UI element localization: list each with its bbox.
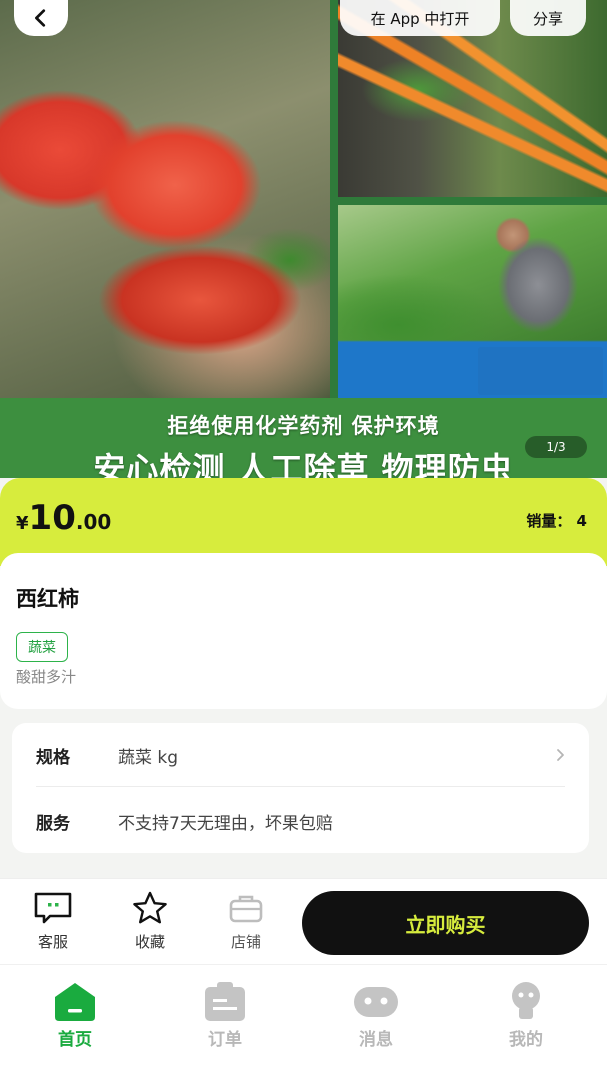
shop-button[interactable]: 店铺 (216, 891, 276, 952)
tab-messages-label: 消息 (359, 1030, 393, 1050)
open-in-app-button[interactable]: 在 App 中打开 (340, 0, 500, 36)
product-image-carousel[interactable]: 在 App 中打开 分享 拒绝使用化学药剂 保护环境 安心检测 人工除草 物理防… (0, 0, 607, 478)
clipboard-icon (205, 982, 245, 1021)
chat-bubble-icon (34, 892, 72, 924)
tab-home[interactable]: 首页 (25, 979, 125, 1050)
product-info-card: 西红柿 蔬菜 酸甜多汁 (0, 553, 607, 709)
share-button[interactable]: 分享 (510, 0, 586, 36)
spec-card: 规格 蔬菜 kg 服务 不支持7天无理由，坏果包赔 (12, 723, 589, 853)
divider (36, 786, 565, 787)
slogan-line-1: 拒绝使用化学药剂 保护环境 (167, 414, 440, 438)
customer-service-label: 客服 (37, 933, 68, 951)
message-icon (354, 987, 398, 1017)
tab-orders-label: 订单 (208, 1030, 242, 1050)
tab-home-label: 首页 (58, 1030, 92, 1050)
price-decimal: .00 (75, 510, 112, 534)
shop-label: 店铺 (230, 933, 261, 951)
action-bar: 客服 收藏 店铺 立即购买 (0, 878, 607, 964)
spec-label: 规格 (36, 747, 70, 768)
category-tag: 蔬菜 (16, 632, 68, 662)
price-integer: 10 (28, 498, 76, 538)
tab-orders[interactable]: 订单 (175, 979, 275, 1050)
sales-count: 销量： 4 (526, 512, 587, 530)
bottom-tab-bar: 首页 订单 消息 我的 (0, 964, 607, 1080)
service-value: 不支持7天无理由，坏果包赔 (118, 813, 333, 834)
back-button[interactable] (14, 0, 68, 36)
spec-value: 蔬菜 kg (118, 747, 179, 768)
buy-now-button[interactable]: 立即购买 (302, 891, 589, 955)
customer-service-button[interactable]: 客服 (23, 891, 83, 952)
tab-me-label: 我的 (509, 1030, 543, 1050)
tab-me[interactable]: 我的 (476, 979, 576, 1050)
service-row: 服务 不支持7天无理由，坏果包赔 (12, 789, 589, 853)
chevron-right-icon (557, 749, 564, 761)
slogan-banner: 拒绝使用化学药剂 保护环境 安心检测 人工除草 物理防虫 (0, 398, 607, 478)
product-description: 酸甜多汁 (16, 668, 77, 686)
price: ¥10.00 (16, 498, 111, 538)
spec-row[interactable]: 规格 蔬菜 kg (12, 723, 589, 787)
chevron-left-icon (35, 9, 46, 27)
favorite-button[interactable]: 收藏 (120, 891, 180, 952)
favorite-label: 收藏 (134, 933, 165, 951)
user-icon (512, 982, 540, 1019)
slogan-line-2: 安心检测 人工除草 物理防虫 (93, 450, 514, 478)
farmer-photo (338, 205, 607, 398)
service-label: 服务 (36, 813, 70, 834)
tab-messages[interactable]: 消息 (326, 979, 426, 1050)
home-icon (55, 983, 95, 1021)
tomato-photo (0, 0, 330, 398)
price-currency: ¥ (16, 513, 29, 534)
carousel-page-indicator: 1/3 (525, 436, 587, 458)
briefcase-icon (229, 895, 263, 923)
star-icon (133, 891, 167, 924)
product-name: 西红柿 (16, 587, 79, 611)
